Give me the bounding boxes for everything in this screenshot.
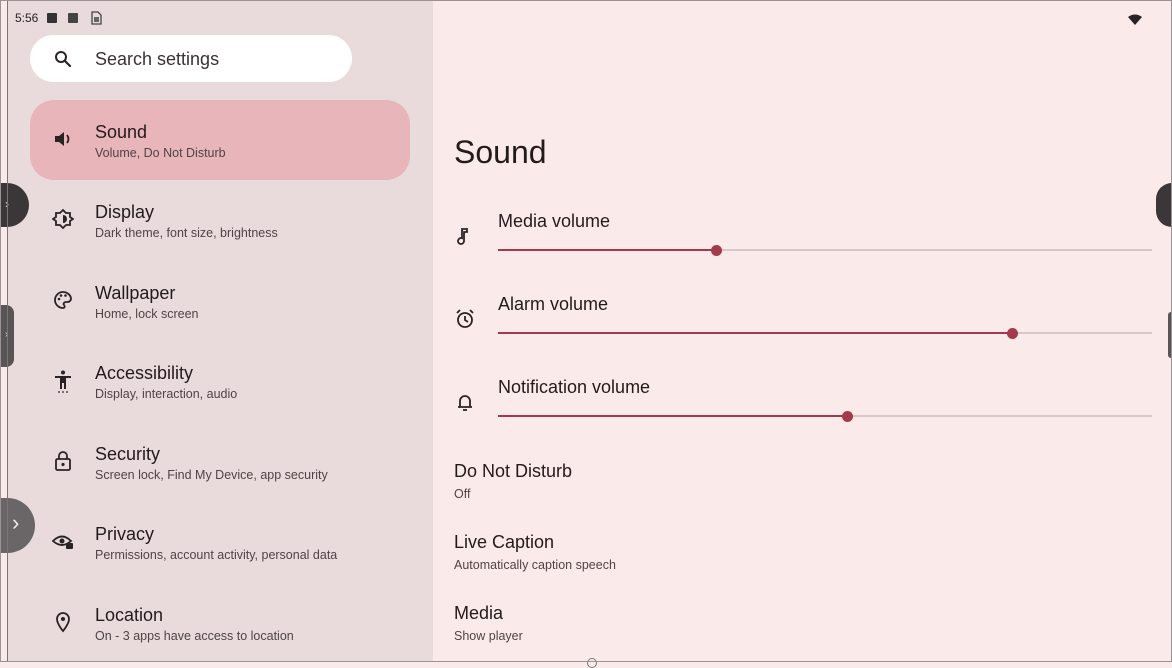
media-volume-slider[interactable] [498,244,1152,256]
scroll-indicator-dot [587,658,597,668]
sim-card-icon [90,11,102,30]
sidebar-item-title: Location [95,605,164,625]
sidebar-item-sound[interactable]: Sound Volume, Do Not Disturb [30,100,410,180]
sidebar-item-title: Sound [95,122,148,142]
media-volume-row: Media volume [433,211,1172,291]
sidebar-item-subtitle: Home, lock screen [95,307,199,321]
sidebar-item-accessibility[interactable]: Accessibility Display, interaction, audi… [30,341,410,421]
sidebar-item-location[interactable]: Location On - 3 apps have access to loca… [30,583,410,663]
volume-label: Media volume [498,211,611,231]
palette-icon [52,289,74,313]
search-bar[interactable]: Search settings [30,35,352,82]
volume-label: Notification volume [498,377,651,397]
bell-icon [454,391,476,413]
notification-square-icon [47,13,57,23]
sidebar-item-title: Security [95,444,161,464]
sidebar-item-subtitle: Volume, Do Not Disturb [95,146,226,160]
search-placeholder: Search settings [95,49,220,69]
sidebar-item-title: Display [95,202,155,222]
slider-thumb[interactable] [1007,328,1018,339]
sidebar-item-subtitle: On - 3 apps have access to location [95,629,294,643]
pref-title: Media [454,603,504,623]
sidebar-item-subtitle: Permissions, account activity, personal … [95,548,338,562]
pref-title: Live Caption [454,532,555,552]
sidebar-item-title: Privacy [95,524,155,544]
slider-thumb[interactable] [711,245,722,256]
location-pin-icon [52,611,74,635]
pref-subtitle: Automatically caption speech [454,558,616,572]
pref-title: Do Not Disturb [454,461,573,481]
alarm-volume-row: Alarm volume [433,294,1172,374]
alarm-volume-slider[interactable] [498,327,1152,339]
sidebar-item-subtitle: Display, interaction, audio [95,387,238,401]
privacy-eye-icon [51,530,74,554]
notification-volume-row: Notification volume [433,377,1172,457]
sound-settings-pane: Sound Media volume Alarm volume Notifica… [433,0,1172,668]
slider-fill [498,415,847,417]
speaker-icon [52,128,74,152]
notification-volume-slider[interactable] [498,410,1152,422]
sidebar-item-subtitle: Dark theme, font size, brightness [95,226,278,240]
music-note-icon [454,225,476,247]
wifi-icon [1128,12,1142,30]
sidebar-item-wallpaper[interactable]: Wallpaper Home, lock screen [30,261,410,341]
media-pref[interactable]: Media Show player [454,603,523,643]
do-not-disturb-pref[interactable]: Do Not Disturb Off [454,461,572,501]
sidebar-item-security[interactable]: Security Screen lock, Find My Device, ap… [30,422,410,502]
accessibility-icon [52,369,74,393]
settings-sidebar: Search settings Sound Volume, Do Not Dis… [8,0,433,662]
pref-subtitle: Show player [454,629,523,643]
sidebar-item-display[interactable]: Display Dark theme, font size, brightnes… [30,180,410,260]
live-caption-pref[interactable]: Live Caption Automatically caption speec… [454,532,616,572]
sidebar-item-privacy[interactable]: Privacy Permissions, account activity, p… [30,502,410,582]
pref-subtitle: Off [454,487,471,501]
sidebar-item-title: Accessibility [95,363,194,383]
right-edge-handle[interactable] [1156,183,1172,227]
chevron-right-icon: › [12,510,20,535]
alarm-clock-icon [454,308,476,330]
page-title: Sound [454,134,547,170]
brightness-icon [51,208,75,232]
search-icon [54,50,72,73]
slider-fill [498,249,716,251]
lock-icon [52,450,74,474]
slider-thumb[interactable] [842,411,853,422]
notification-app-icon [68,13,78,23]
slider-fill [498,332,1012,334]
sidebar-item-subtitle: Screen lock, Find My Device, app securit… [95,468,328,482]
right-edge-handle-small[interactable] [1168,312,1172,358]
frame-left-line [7,0,8,662]
sidebar-item-title: Wallpaper [95,283,176,303]
status-bar: 5:56 [0,0,1172,36]
volume-label: Alarm volume [498,294,609,314]
status-time: 5:56 [15,11,39,25]
